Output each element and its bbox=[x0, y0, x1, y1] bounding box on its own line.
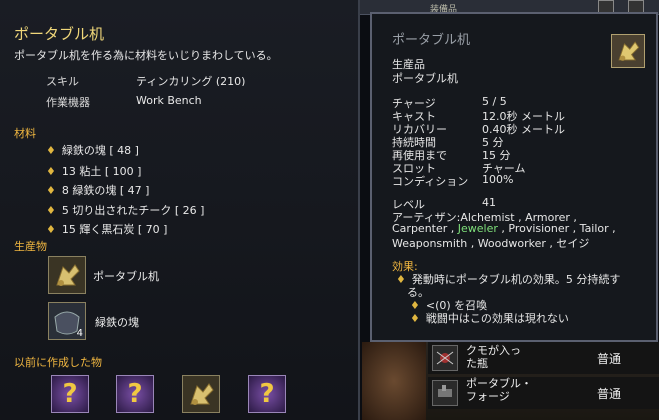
recipe-title: ポータブル机 bbox=[14, 25, 105, 43]
list-item-name: クモが入っ た瓶 bbox=[466, 344, 521, 370]
skill-value: ティンカリング (210) bbox=[136, 75, 246, 86]
unknown-item-icon[interactable]: ? bbox=[51, 375, 89, 413]
spider-jar-icon bbox=[432, 345, 458, 371]
list-item-grade: 普通 bbox=[597, 352, 622, 366]
material-item: ♦ 5 切り出されたチーク [ 26 ] bbox=[46, 204, 205, 217]
level-value: 41 bbox=[482, 196, 496, 209]
unknown-item-icon[interactable]: ? bbox=[116, 375, 154, 413]
device-value: Work Bench bbox=[136, 94, 202, 107]
list-item-grade: 普通 bbox=[597, 387, 622, 401]
material-item: ♦ 緑鉄の塊 [ 48 ] bbox=[46, 144, 139, 157]
recipe-description: ポータブル机を作る為に材料をいじりまわしている。 bbox=[14, 49, 278, 62]
product-name: 緑鉄の塊 bbox=[95, 316, 139, 329]
stat-value: 5 / 5 bbox=[482, 95, 507, 108]
tooltip-title: ポータブル机 bbox=[392, 33, 471, 48]
list-item[interactable] bbox=[428, 377, 659, 409]
material-item: ♦ 15 輝く黒石炭 [ 70 ] bbox=[46, 223, 168, 236]
tooltip-item-name: ポータブル机 bbox=[392, 72, 458, 85]
material-item: ♦ 8 緑鉄の塊 [ 47 ] bbox=[46, 184, 150, 197]
stat-label: コンディション bbox=[392, 175, 469, 188]
product-count: 4 bbox=[76, 328, 83, 339]
materials-header: 材料 bbox=[14, 127, 36, 140]
skill-label: スキル bbox=[46, 75, 79, 88]
product-name: ポータブル机 bbox=[93, 270, 159, 283]
device-label: 作業機器 bbox=[46, 96, 90, 109]
products-header: 生産物 bbox=[14, 240, 47, 253]
effect-main: ♦ 発動時にポータブル机の効果。5 分持続す bbox=[396, 273, 621, 286]
artisan-line: Carpenter , Jeweler , Provisioner , Tail… bbox=[392, 222, 616, 235]
stat-value: 100% bbox=[482, 173, 514, 186]
portable-forge-icon bbox=[432, 380, 458, 406]
artisan-line: Weaponsmith , Woodworker , セイジ bbox=[392, 237, 590, 250]
list-item-name: ポータブル・ フォージ bbox=[466, 377, 532, 403]
list-item[interactable] bbox=[428, 342, 659, 374]
previous-header: 以前に作成した物 bbox=[14, 356, 102, 369]
list-side-decoration bbox=[362, 342, 426, 420]
material-item: ♦ 13 粘土 [ 100 ] bbox=[46, 165, 142, 178]
effect-sub: ♦ 戦闘中はこの効果は現れない bbox=[410, 312, 569, 325]
portable-desk-icon[interactable] bbox=[48, 256, 86, 294]
portable-desk-icon[interactable] bbox=[182, 375, 220, 413]
portable-desk-icon bbox=[611, 34, 645, 68]
green-iron-chunk-icon[interactable]: 4 bbox=[48, 302, 86, 340]
unknown-item-icon[interactable]: ? bbox=[248, 375, 286, 413]
